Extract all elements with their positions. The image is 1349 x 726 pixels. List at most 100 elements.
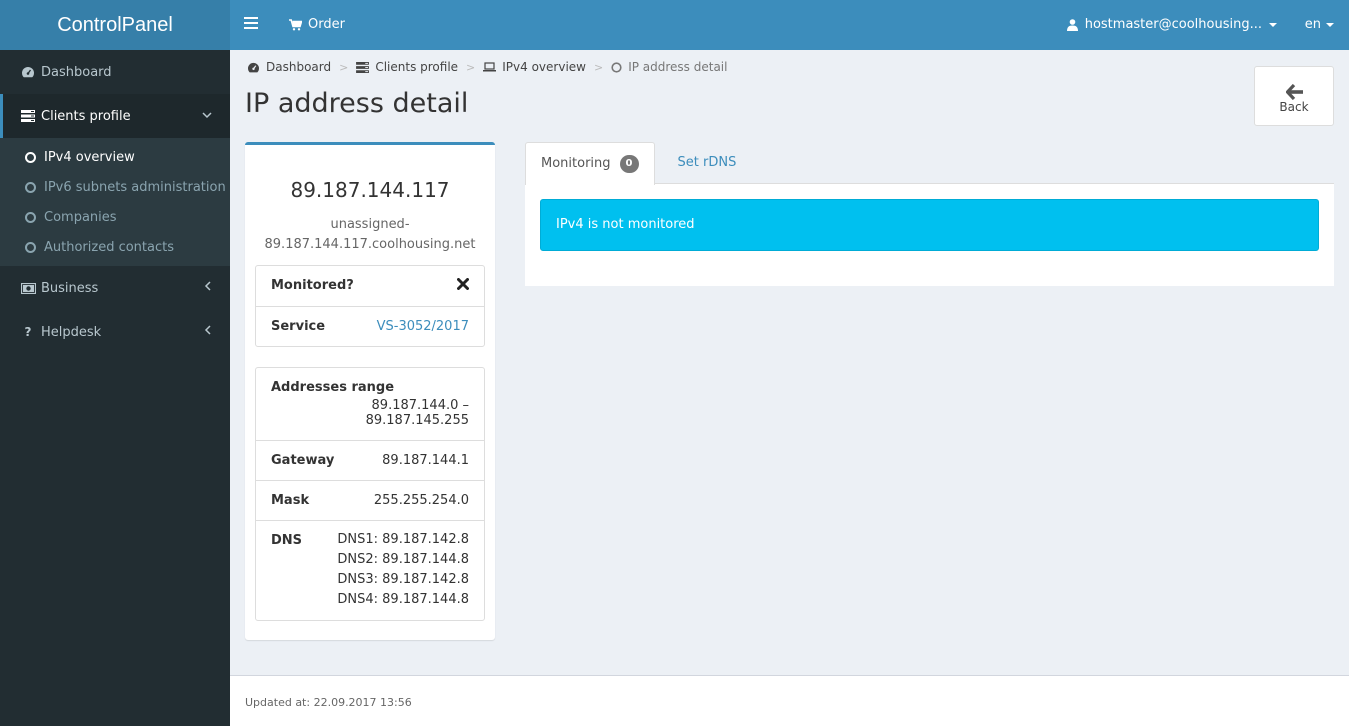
app-logo[interactable]: ControlPanel [0, 0, 230, 50]
sidebar-subitem-label: Companies [44, 209, 117, 225]
caret-down-icon [1269, 23, 1277, 27]
range-label: Addresses range [271, 380, 395, 395]
count-badge: 0 [619, 155, 639, 173]
sidebar-subitem-ipv4-overview[interactable]: IPv4 overview [0, 142, 230, 172]
language-label: en [1304, 17, 1321, 32]
tab-label: Monitoring [541, 156, 611, 171]
service-link[interactable]: VS-3052/2017 [377, 319, 469, 334]
breadcrumb-label: Clients profile [375, 60, 459, 74]
dns-list: DNS1: 89.187.142.8 DNS2: 89.187.144.8 DN… [337, 530, 469, 610]
tab-set-rdns[interactable]: Set rDNS [663, 142, 752, 183]
language-menu[interactable]: en [1305, 0, 1334, 50]
circle-icon [25, 151, 36, 163]
dns-row: DNS DNS1: 89.187.142.8 DNS2: 89.187.144.… [256, 520, 484, 620]
dns-entry: DNS1: 89.187.142.8 [337, 532, 469, 547]
ip-detail-card: 89.187.144.117 unassigned- 89.187.144.11… [245, 142, 495, 640]
sidebar-subitem-ipv6-subnets[interactable]: IPv6 subnets administration [0, 172, 230, 202]
sidebar-item-label: Clients profile [41, 108, 131, 124]
ip-hostname: unassigned- 89.187.144.117.coolhousing.n… [245, 215, 495, 255]
hostname-line: 89.187.144.117.coolhousing.net [264, 237, 476, 252]
service-row: Service VS-3052/2017 [256, 306, 484, 346]
sidebar-item-helpdesk[interactable]: ? Helpdesk [0, 310, 230, 354]
breadcrumb-label: IP address detail [628, 60, 728, 74]
sidebar-subitem-label: IPv6 subnets administration [44, 179, 226, 195]
sidebar-subitem-authorized-contacts[interactable]: Authorized contacts [0, 232, 230, 262]
mask-value: 255.255.254.0 [373, 493, 469, 508]
hamburger-icon[interactable] [244, 17, 258, 29]
user-icon [1066, 19, 1078, 31]
page-title: IP address detail [245, 88, 469, 119]
sidebar-subitem-companies[interactable]: Companies [0, 202, 230, 232]
sidebar: Dashboard Clients profile IPv4 overview … [0, 50, 230, 726]
circle-icon [25, 241, 36, 253]
user-menu[interactable]: hostmaster@coolhousing... [1066, 0, 1277, 50]
breadcrumb: Dashboard > Clients profile > IPv4 overv… [247, 60, 727, 74]
close-icon [457, 278, 469, 294]
gateway-value: 89.187.144.1 [382, 453, 469, 468]
dashboard-icon [20, 66, 36, 78]
circle-icon [25, 181, 36, 193]
range-row: Addresses range 89.187.144.0 – 89.187.14… [256, 368, 484, 440]
circle-icon [25, 211, 36, 223]
breadcrumb-current: IP address detail [611, 60, 727, 74]
sidebar-item-label: Dashboard [41, 64, 112, 80]
sidebar-item-clients-profile[interactable]: Clients profile [0, 94, 230, 138]
circle-icon [611, 61, 622, 73]
server-icon [356, 61, 370, 73]
tab-label: Set rDNS [677, 154, 737, 170]
breadcrumb-separator: > [593, 60, 604, 74]
order-label: Order [308, 17, 345, 32]
hostname-line: unassigned- [330, 217, 410, 232]
dashboard-icon [248, 62, 259, 72]
dns-entry: DNS4: 89.187.144.8 [337, 592, 469, 607]
back-label: Back [1279, 100, 1309, 114]
sidebar-item-label: Business [41, 280, 99, 296]
breadcrumb-ipv4-overview[interactable]: IPv4 overview [483, 60, 586, 74]
dns-entry: DNS2: 89.187.144.8 [337, 552, 469, 567]
top-navbar: Order hostmaster@coolhousing... en [230, 0, 1349, 50]
updated-at: Updated at: 22.09.2017 13:56 [245, 696, 412, 709]
breadcrumb-dashboard[interactable]: Dashboard [247, 60, 331, 74]
tab-content: IPv4 is not monitored [525, 184, 1334, 286]
money-icon [20, 282, 36, 294]
status-box: Monitored? Service VS-3052/2017 [255, 265, 485, 347]
sidebar-item-business[interactable]: Business [0, 266, 230, 310]
chevron-down-icon [202, 109, 212, 122]
footer: Updated at: 22.09.2017 13:56 [230, 675, 1349, 726]
tab-bar: Monitoring 0 Set rDNS [525, 142, 1334, 185]
breadcrumb-separator: > [466, 60, 476, 74]
order-link[interactable]: Order [289, 0, 345, 50]
user-label: hostmaster@coolhousing... [1084, 17, 1262, 32]
gateway-label: Gateway [271, 453, 335, 468]
sidebar-item-dashboard[interactable]: Dashboard [0, 50, 230, 94]
mask-label: Mask [271, 493, 310, 508]
dns-entry: DNS3: 89.187.142.8 [337, 572, 469, 587]
breadcrumb-clients-profile[interactable]: Clients profile [356, 60, 458, 74]
back-button[interactable]: Back [1254, 66, 1334, 126]
gateway-row: Gateway 89.187.144.1 [256, 440, 484, 480]
service-label: Service [271, 319, 326, 334]
arrow-left-icon [1286, 84, 1303, 100]
monitored-label: Monitored? [271, 278, 354, 293]
breadcrumb-label: Dashboard [266, 60, 332, 74]
question-icon: ? [24, 325, 32, 339]
breadcrumb-label: IPv4 overview [502, 60, 586, 74]
cart-icon [289, 19, 302, 31]
laptop-icon [483, 62, 497, 72]
network-box: Addresses range 89.187.144.0 – 89.187.14… [255, 367, 485, 621]
monitored-row: Monitored? [256, 266, 484, 306]
chevron-left-icon [204, 325, 212, 338]
chevron-left-icon [204, 281, 212, 294]
tab-monitoring[interactable]: Monitoring 0 [525, 142, 655, 185]
ip-address: 89.187.144.117 [290, 178, 450, 202]
sidebar-item-label: Helpdesk [41, 324, 102, 340]
server-icon [20, 110, 36, 122]
info-alert: IPv4 is not monitored [540, 199, 1319, 251]
dns-label: DNS [271, 533, 303, 548]
mask-row: Mask 255.255.254.0 [256, 480, 484, 520]
clients-profile-submenu: IPv4 overview IPv6 subnets administratio… [0, 138, 230, 266]
sidebar-subitem-label: Authorized contacts [44, 239, 175, 255]
range-value: 89.187.144.0 – 89.187.145.255 [365, 398, 469, 428]
tabs-panel: Monitoring 0 Set rDNS IPv4 is not monito… [525, 142, 1334, 286]
breadcrumb-separator: > [339, 60, 349, 74]
